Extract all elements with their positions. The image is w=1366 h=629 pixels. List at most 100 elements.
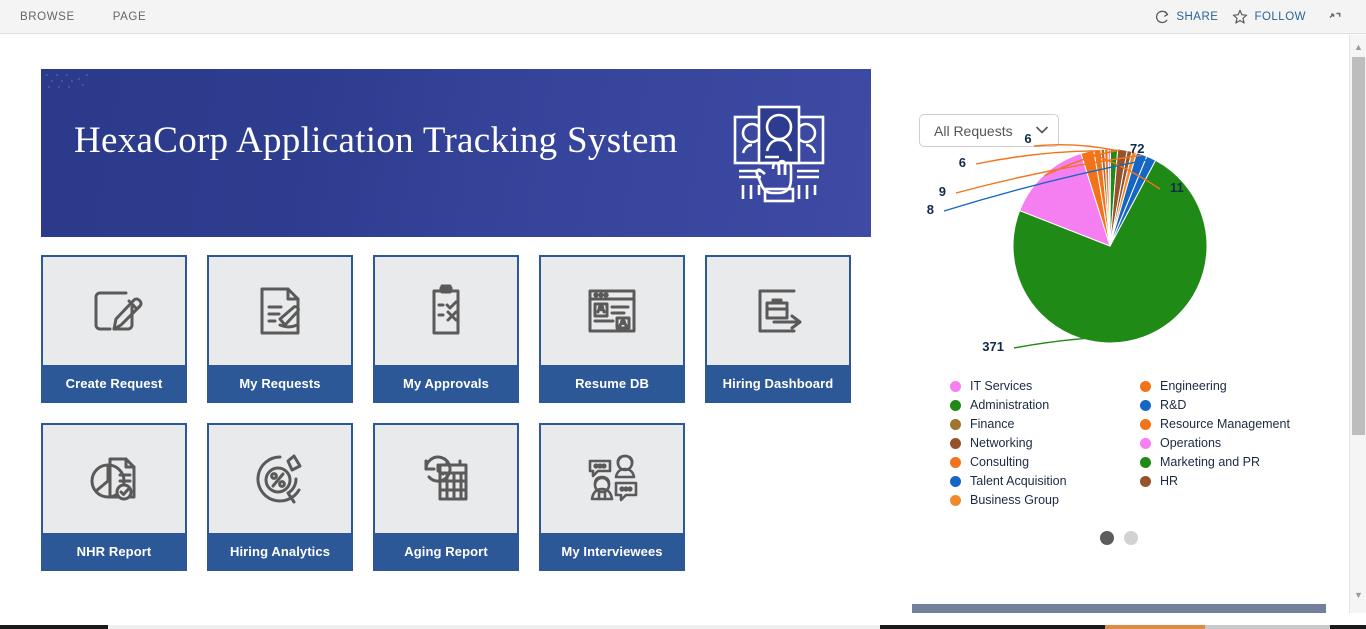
- pie-value-label: 8: [927, 202, 934, 217]
- tile-create-request[interactable]: Create Request: [41, 255, 187, 403]
- tile-label: My Requests: [209, 365, 351, 401]
- legend-item[interactable]: HR: [1140, 472, 1330, 490]
- carousel-pagination: [913, 531, 1325, 545]
- sign-document-icon: [209, 257, 351, 365]
- requests-pie-chart[interactable]: 371 72 11 9 8 6 6: [912, 124, 1324, 374]
- scroll-down-arrow-icon[interactable]: ▼: [1350, 587, 1366, 603]
- legend-item[interactable]: IT Services: [950, 377, 1140, 395]
- strip-segment-dark-right: [1330, 625, 1366, 629]
- tile-my-requests[interactable]: My Requests: [207, 255, 353, 403]
- percent-donut-icon: [209, 425, 351, 533]
- legend-item[interactable]: Resource Management: [1140, 415, 1330, 433]
- legend-swatch: [1140, 418, 1151, 430]
- legend-item[interactable]: Marketing and PR: [1140, 453, 1330, 471]
- legend-label: R&D: [1160, 398, 1187, 412]
- legend-swatch: [1140, 456, 1151, 468]
- tile-label: Hiring Dashboard: [707, 365, 849, 401]
- app-banner: HexaCorp Application Tracking System: [41, 69, 871, 237]
- bottom-status-strip: [0, 625, 1366, 629]
- tile-my-approvals[interactable]: My Approvals: [373, 255, 519, 403]
- tile-aging-report[interactable]: Aging Report: [373, 423, 519, 571]
- edit-document-icon: [43, 257, 185, 365]
- pie-value-label: 6: [959, 155, 966, 170]
- strip-segment-light: [108, 625, 880, 629]
- star-icon: [1232, 9, 1248, 25]
- focus-on-content-icon[interactable]: [1326, 8, 1344, 26]
- strip-segment-dark-left: [0, 625, 108, 629]
- ribbon-bar: BROWSE PAGE SHARE FOLLOW: [0, 0, 1366, 34]
- pie-value-label: 9: [939, 184, 946, 199]
- legend-item: [1140, 491, 1330, 509]
- page-vertical-scrollbar[interactable]: ▲ ▼: [1349, 35, 1366, 613]
- legend-swatch: [1140, 399, 1151, 411]
- page-body: HexaCorp Application Tracking System Cre…: [0, 35, 1352, 613]
- legend-label: Resource Management: [1160, 417, 1290, 431]
- pagination-dot-2[interactable]: [1124, 531, 1138, 545]
- share-button[interactable]: SHARE: [1154, 9, 1218, 25]
- legend-label: Administration: [970, 398, 1050, 412]
- interview-chat-icon: [541, 425, 683, 533]
- clipboard-check-icon: [375, 257, 517, 365]
- legend-item[interactable]: Finance: [950, 415, 1140, 433]
- tile-label: NHR Report: [43, 533, 185, 569]
- legend-label: Operations: [1160, 436, 1222, 450]
- strip-segment-orange: [1105, 625, 1205, 629]
- resume-database-icon: [541, 257, 683, 365]
- legend-item[interactable]: Engineering: [1140, 377, 1330, 395]
- legend-label: IT Services: [970, 379, 1033, 393]
- tile-label: Aging Report: [375, 533, 517, 569]
- legend-label: Engineering: [1160, 379, 1227, 393]
- pie-report-check-icon: [43, 425, 185, 533]
- tile-resume-db[interactable]: Resume DB: [539, 255, 685, 403]
- legend-swatch: [950, 475, 961, 487]
- legend-item[interactable]: Operations: [1140, 434, 1330, 452]
- follow-label: FOLLOW: [1254, 11, 1306, 23]
- legend-swatch: [950, 437, 961, 449]
- legend-swatch: [1140, 437, 1151, 449]
- legend-swatch: [950, 399, 961, 411]
- legend-label: HR: [1160, 474, 1179, 488]
- banner-dots-decoration: [46, 74, 88, 88]
- vertical-scroll-thumb[interactable]: [1352, 57, 1365, 435]
- scroll-up-arrow-icon[interactable]: ▲: [1350, 39, 1366, 55]
- legend-item[interactable]: Talent Acquisition: [950, 472, 1140, 490]
- pie-svg: 371 72 11 98 6 6: [927, 131, 1208, 354]
- ribbon-actions: SHARE FOLLOW: [1154, 0, 1344, 34]
- panel-horizontal-scrollbar[interactable]: [912, 604, 1326, 613]
- pie-value-label: 11: [1170, 180, 1184, 195]
- tile-nhr-report[interactable]: NHR Report: [41, 423, 187, 571]
- legend-label: Consulting: [970, 455, 1030, 469]
- tile-label: My Approvals: [375, 365, 517, 401]
- page-title: HexaCorp Application Tracking System: [74, 120, 678, 161]
- legend-item[interactable]: Business Group: [950, 491, 1140, 509]
- legend-label: Marketing and PR: [1160, 455, 1261, 469]
- legend-label: Talent Acquisition: [970, 474, 1067, 488]
- legend-label: Networking: [970, 436, 1033, 450]
- tile-hiring-analytics[interactable]: Hiring Analytics: [207, 423, 353, 571]
- legend-swatch: [950, 380, 961, 392]
- panel-horizontal-scroll-thumb[interactable]: [912, 604, 1326, 613]
- legend-item[interactable]: Networking: [950, 434, 1140, 452]
- pagination-dot-1[interactable]: [1100, 531, 1114, 545]
- strip-segment-gray-right: [1205, 625, 1330, 629]
- ribbon-tab-page[interactable]: PAGE: [111, 8, 149, 26]
- tile-label: Create Request: [43, 365, 185, 401]
- legend-swatch: [1140, 380, 1151, 392]
- legend-item[interactable]: Consulting: [950, 453, 1140, 471]
- tile-grid: Create Request My Requests My Approvals …: [41, 255, 871, 571]
- legend-item[interactable]: R&D: [1140, 396, 1330, 414]
- tile-label: Resume DB: [541, 365, 683, 401]
- legend-label: Business Group: [970, 493, 1059, 507]
- tile-hiring-dashboard[interactable]: Hiring Dashboard: [705, 255, 851, 403]
- legend-swatch: [950, 418, 961, 430]
- legend-label: Finance: [970, 417, 1015, 431]
- tile-label: My Interviewees: [541, 533, 683, 569]
- legend-item[interactable]: Administration: [950, 396, 1140, 414]
- pie-value-label: 6: [1024, 131, 1031, 146]
- legend-swatch: [950, 494, 961, 506]
- follow-button[interactable]: FOLLOW: [1232, 9, 1306, 25]
- ribbon-tab-list: BROWSE PAGE: [18, 0, 148, 34]
- ribbon-tab-browse[interactable]: BROWSE: [18, 8, 77, 26]
- tile-my-interviewees[interactable]: My Interviewees: [539, 423, 685, 571]
- clock-calendar-icon: [375, 425, 517, 533]
